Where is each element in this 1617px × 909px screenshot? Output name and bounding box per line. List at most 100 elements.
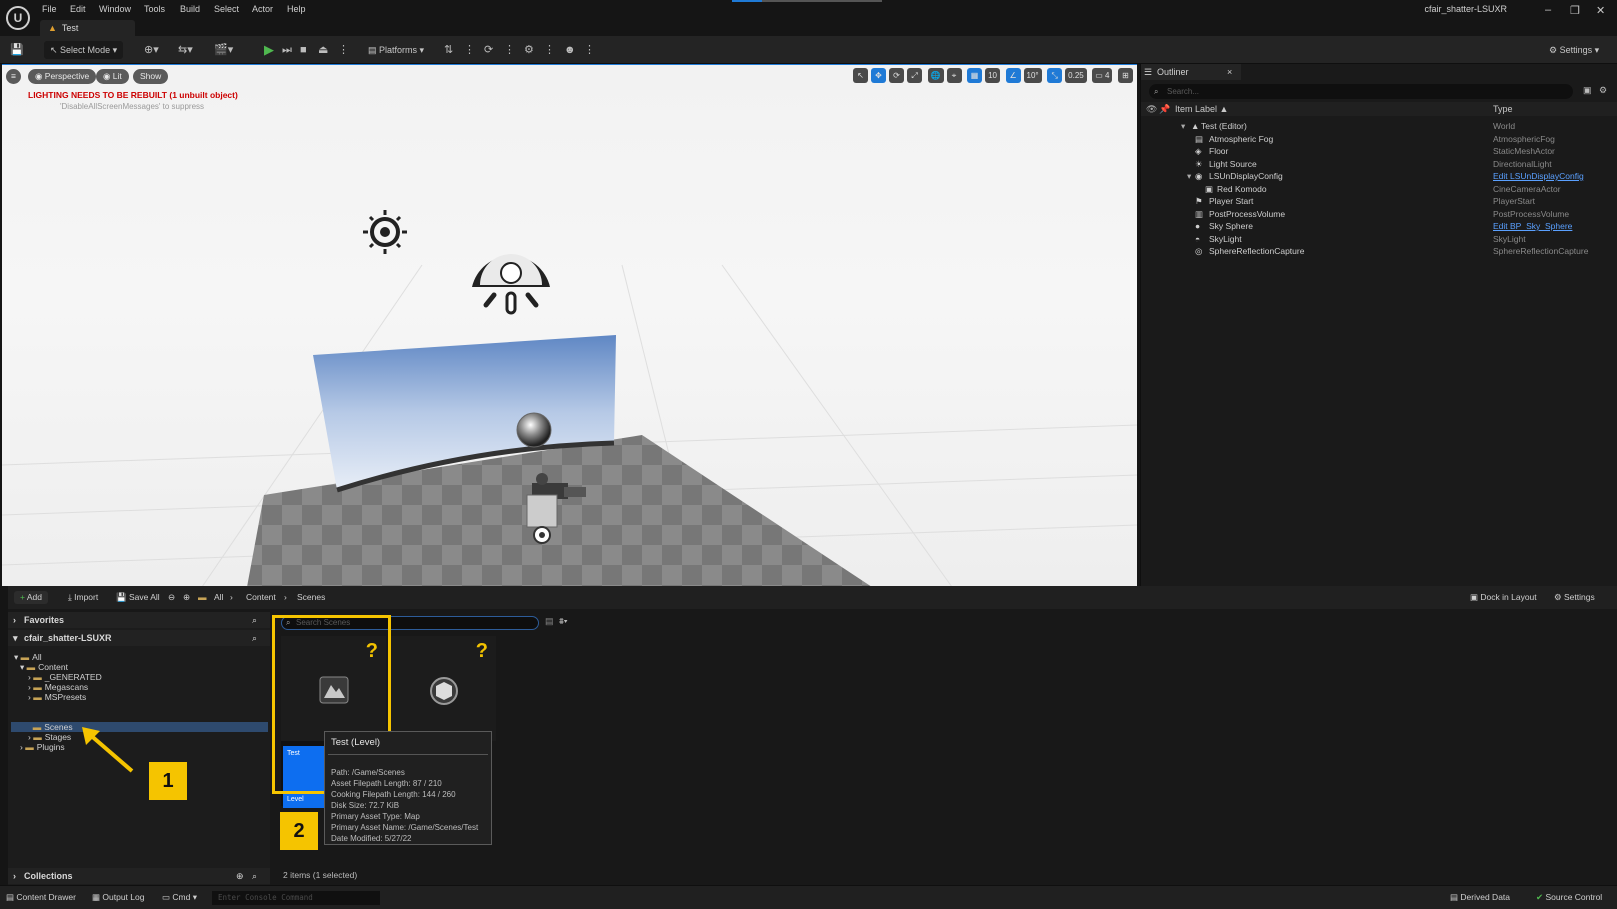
stop-icon[interactable]: ■ bbox=[300, 41, 307, 59]
content-drawer-button[interactable]: ▤ Content Drawer bbox=[6, 892, 76, 903]
row-type-link[interactable]: Edit BP_Sky_Sphere bbox=[1493, 220, 1572, 233]
asset-tile-second[interactable]: ? bbox=[391, 636, 496, 741]
pin-icon[interactable]: 📌 bbox=[1159, 102, 1170, 116]
more-options-icon[interactable]: ⋮ bbox=[544, 41, 555, 59]
show-button[interactable]: Show bbox=[133, 69, 169, 84]
tree-item-all[interactable]: ▾ ▬ All bbox=[14, 652, 42, 662]
person-icon[interactable]: ☻ bbox=[564, 41, 576, 59]
eject-icon[interactable]: ⏏ bbox=[318, 41, 328, 59]
dock-in-layout-button[interactable]: ▣ Dock in Layout bbox=[1470, 591, 1537, 604]
more-options-icon[interactable]: ⋮ bbox=[464, 41, 475, 59]
derived-data-button[interactable]: ▤ Derived Data bbox=[1450, 892, 1510, 903]
gear-icon[interactable]: ⚙ bbox=[1599, 85, 1607, 96]
grid-snap-value[interactable]: 10 bbox=[985, 68, 1001, 83]
translate-tool-icon[interactable]: ✥ bbox=[871, 68, 887, 83]
search-icon[interactable]: ⌕ bbox=[252, 612, 257, 628]
source-control-button[interactable]: ✔ Source Control bbox=[1536, 892, 1602, 903]
outliner-row[interactable]: ▾ ◉ LSUnDisplayConfig Edit LSUnDisplayCo… bbox=[1141, 170, 1617, 183]
outliner-row[interactable]: ⚑ Player Start PlayerStart bbox=[1141, 195, 1617, 208]
scale-snap-value[interactable]: 0.25 bbox=[1065, 68, 1087, 83]
tool-icon[interactable]: ⚙ bbox=[524, 41, 534, 59]
cmd-dropdown[interactable]: ▭ Cmd ▾ bbox=[162, 892, 197, 903]
settings-button[interactable]: ⚙ Settings bbox=[1554, 591, 1595, 604]
add-actor-icon[interactable]: ⊕▾ bbox=[144, 41, 159, 59]
world-local-icon[interactable]: 🌐 bbox=[927, 68, 944, 83]
outliner-row[interactable]: ▣ Red Komodo CineCameraActor bbox=[1141, 183, 1617, 196]
level-viewport[interactable]: ≡ ◉ Perspective ◉ Lit Show LIGHTING NEED… bbox=[2, 64, 1137, 586]
import-button[interactable]: ⤓ Import bbox=[68, 591, 98, 604]
restore-icon[interactable]: ❐ bbox=[1570, 4, 1580, 17]
tree-item-mspresets[interactable]: › ▬ MSPresets bbox=[28, 692, 86, 702]
save-all-button[interactable]: 💾 Save All bbox=[116, 591, 160, 604]
tree-item-stages[interactable]: › ▬ Stages bbox=[28, 732, 71, 742]
perspective-button[interactable]: ◉ Perspective bbox=[28, 69, 97, 84]
unreal-logo-icon[interactable]: U bbox=[6, 6, 30, 30]
expand-arrow-icon[interactable]: ▾ bbox=[1187, 170, 1191, 183]
outliner-row[interactable]: ● Sky Sphere Edit BP_Sky_Sphere bbox=[1141, 220, 1617, 233]
menu-window[interactable]: Window bbox=[99, 4, 131, 14]
menu-build[interactable]: Build bbox=[180, 4, 200, 14]
tree-item-scenes[interactable]: ▬ Scenes bbox=[28, 722, 73, 732]
scale-tool-icon[interactable]: ⤢ bbox=[907, 68, 923, 83]
row-type-link[interactable]: Edit LSUnDisplayConfig bbox=[1493, 170, 1584, 183]
outliner-row[interactable]: ◎ SphereReflectionCapture SphereReflecti… bbox=[1141, 245, 1617, 258]
close-icon[interactable]: ✕ bbox=[1596, 4, 1605, 17]
blueprint-icon[interactable]: ⇆▾ bbox=[178, 41, 193, 59]
console-command-input[interactable]: Enter Console Command bbox=[212, 891, 380, 905]
menu-help[interactable]: Help bbox=[287, 4, 306, 14]
rotation-snap-value[interactable]: 10° bbox=[1023, 68, 1042, 83]
step-icon[interactable]: ⏭ bbox=[282, 41, 292, 59]
breadcrumb-content[interactable]: Content bbox=[246, 591, 276, 604]
filter-icon[interactable]: ⩩▾ bbox=[559, 616, 568, 627]
search-icon[interactable]: ⌕ bbox=[252, 630, 257, 646]
outliner-row[interactable]: ▤ Atmospheric Fog AtmosphericFog bbox=[1141, 133, 1617, 146]
more-options-icon[interactable]: ⋮ bbox=[338, 41, 349, 59]
tree-item-generated[interactable]: › ▬ _GENERATED bbox=[28, 672, 102, 682]
outliner-row[interactable]: ▥ PostProcessVolume PostProcessVolume bbox=[1141, 208, 1617, 221]
menu-tools[interactable]: Tools bbox=[144, 4, 165, 14]
close-tab-icon[interactable]: × bbox=[1227, 64, 1232, 80]
platforms-dropdown[interactable]: ▤ Platforms ▾ bbox=[368, 41, 424, 59]
tree-item-content[interactable]: ▾ ▬ Content bbox=[20, 662, 68, 672]
level-tab[interactable]: ▲ Test bbox=[40, 20, 135, 36]
scale-snap-toggle[interactable]: ⤡ bbox=[1047, 68, 1063, 83]
tree-item-megascans[interactable]: › ▬ Megascans bbox=[28, 682, 88, 692]
breadcrumb-scenes[interactable]: Scenes bbox=[297, 591, 325, 604]
column-type[interactable]: Type bbox=[1493, 102, 1513, 116]
save-icon[interactable]: 💾 bbox=[10, 41, 24, 59]
menu-edit[interactable]: Edit bbox=[70, 4, 86, 14]
outliner-row[interactable]: ◓ SkyLight SkyLight bbox=[1141, 233, 1617, 246]
minimize-icon[interactable]: – bbox=[1545, 4, 1551, 16]
add-button[interactable]: + Add bbox=[14, 591, 48, 604]
camera-speed-button[interactable]: ▭ 4 bbox=[1092, 68, 1113, 83]
collections-section[interactable]: › Collections ⊕ ⌕ bbox=[8, 868, 270, 884]
source-control-icon[interactable]: ⇅ bbox=[444, 41, 453, 59]
outliner-tab[interactable]: ☰ Outliner × bbox=[1141, 64, 1241, 80]
menu-select[interactable]: Select bbox=[214, 4, 239, 14]
refresh-icon[interactable]: ⟳ bbox=[484, 41, 493, 59]
more-options-icon[interactable]: ⋮ bbox=[584, 41, 595, 59]
favorites-section[interactable]: › Favorites ⌕ bbox=[8, 612, 270, 628]
surface-snap-icon[interactable]: ⌖ bbox=[946, 68, 962, 83]
forward-icon[interactable]: ⊕ bbox=[183, 591, 190, 604]
select-tool-icon[interactable]: ↖ bbox=[853, 68, 869, 83]
rotate-tool-icon[interactable]: ⟳ bbox=[889, 68, 905, 83]
tree-item-plugins[interactable]: › ▬ Plugins bbox=[20, 742, 65, 752]
outliner-search-input[interactable]: ⌕ Search... bbox=[1149, 84, 1573, 99]
visibility-icon[interactable]: 👁 bbox=[1146, 102, 1157, 116]
add-folder-icon[interactable]: ▣ bbox=[1583, 85, 1592, 96]
viewport-menu-icon[interactable]: ≡ bbox=[6, 69, 21, 84]
select-mode-dropdown[interactable]: ↖ Select Mode ▾ bbox=[44, 41, 124, 59]
outliner-row[interactable]: ▾ ▲ Test (Editor) World bbox=[1141, 120, 1617, 133]
project-section[interactable]: ▾ cfair_shatter-LSUXR ⌕ bbox=[8, 630, 270, 646]
grid-snap-toggle[interactable]: ▦ bbox=[967, 68, 983, 83]
play-button[interactable]: ▶ bbox=[264, 41, 274, 59]
outliner-row[interactable]: ◈ Floor StaticMeshActor bbox=[1141, 145, 1617, 158]
output-log-button[interactable]: ▦ Output Log bbox=[92, 892, 144, 903]
cinematics-icon[interactable]: 🎬▾ bbox=[214, 41, 233, 59]
outliner-row[interactable]: ☀ Light Source DirectionalLight bbox=[1141, 158, 1617, 171]
column-item-label[interactable]: Item Label ▲ bbox=[1175, 102, 1228, 116]
maximize-viewport-icon[interactable]: ⊞ bbox=[1118, 68, 1133, 83]
menu-file[interactable]: File bbox=[42, 4, 57, 14]
add-collection-icon[interactable]: ⊕ bbox=[236, 868, 244, 884]
